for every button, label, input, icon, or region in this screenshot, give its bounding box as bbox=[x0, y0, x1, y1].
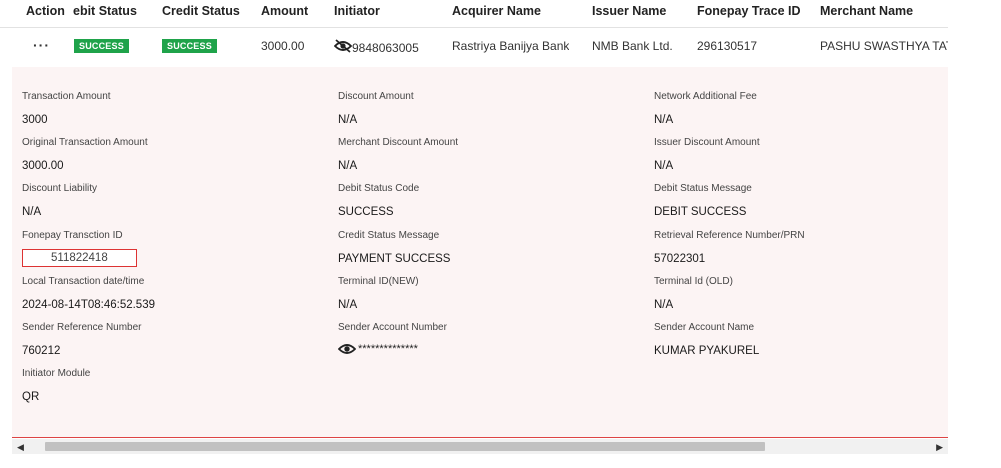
field-terminal-new: Terminal ID(NEW) N/A bbox=[338, 276, 419, 311]
credit-status-badge: SUCCESS bbox=[162, 39, 217, 53]
row-trace-id: 296130517 bbox=[697, 39, 758, 53]
panel-bottom-border bbox=[12, 437, 948, 438]
field-sender-ref: Sender Reference Number 760212 bbox=[22, 322, 142, 357]
header-credit-status[interactable]: Credit Status bbox=[162, 4, 240, 18]
header-action: Action bbox=[26, 4, 65, 18]
fonepay-txn-id-highlight[interactable]: 511822418 bbox=[22, 249, 137, 267]
initiator-phone: 9848063005 bbox=[352, 41, 419, 55]
table-row[interactable]: ··· SUCCESS SUCCESS 3000.00 9848063005 R… bbox=[0, 28, 948, 66]
header-trace-id[interactable]: Fonepay Trace ID bbox=[697, 4, 801, 18]
header-initiator[interactable]: Initiator bbox=[334, 4, 380, 18]
table-header: Action ebit Status Credit Status Amount … bbox=[0, 0, 948, 28]
field-fonepay-txn-id: Fonepay Transction ID 511822418 bbox=[22, 230, 137, 267]
field-transaction-amount: Transaction Amount 3000 bbox=[22, 91, 111, 126]
field-debit-status-code: Debit Status Code SUCCESS bbox=[338, 183, 420, 218]
field-discount-amount: Discount Amount N/A bbox=[338, 91, 414, 126]
scroll-right-arrow-icon[interactable]: ▶ bbox=[936, 442, 943, 453]
field-issuer-discount: Issuer Discount Amount N/A bbox=[654, 137, 760, 172]
header-amount[interactable]: Amount bbox=[261, 4, 308, 18]
row-merchant-name: PASHU SWASTHYA TATH bbox=[820, 39, 948, 53]
field-credit-status-message: Credit Status Message PAYMENT SUCCESS bbox=[338, 230, 451, 265]
field-sender-account-number: Sender Account Number ************** bbox=[338, 322, 447, 355]
row-action-menu-button[interactable]: ··· bbox=[33, 37, 50, 53]
header-issuer-name[interactable]: Issuer Name bbox=[592, 4, 666, 18]
eye-icon[interactable] bbox=[338, 343, 356, 355]
field-network-fee: Network Additional Fee N/A bbox=[654, 91, 757, 126]
debit-status-badge: SUCCESS bbox=[74, 39, 129, 53]
row-acquirer-name: Rastriya Banijya Bank bbox=[452, 39, 570, 53]
field-rrn: Retrieval Reference Number/PRN 57022301 bbox=[654, 230, 805, 265]
horizontal-scrollbar[interactable]: ◀ ▶ bbox=[12, 439, 948, 454]
header-debit-status[interactable]: ebit Status bbox=[73, 4, 137, 18]
scrollbar-thumb[interactable] bbox=[45, 442, 765, 451]
field-debit-status-message: Debit Status Message DEBIT SUCCESS bbox=[654, 183, 752, 218]
field-original-amount: Original Transaction Amount 3000.00 bbox=[22, 137, 148, 172]
row-initiator: 9848063005 bbox=[334, 37, 419, 55]
field-terminal-old: Terminal Id (OLD) N/A bbox=[654, 276, 733, 311]
masked-account-number: ************** bbox=[358, 343, 418, 355]
transaction-detail-panel: Transaction Amount 3000 Original Transac… bbox=[12, 67, 948, 437]
field-discount-liability: Discount Liability N/A bbox=[22, 183, 98, 218]
header-merchant-name[interactable]: Merchant Name bbox=[820, 4, 945, 18]
row-issuer-name: NMB Bank Ltd. bbox=[592, 39, 673, 53]
field-merchant-discount: Merchant Discount Amount N/A bbox=[338, 137, 459, 172]
field-sender-account-name: Sender Account Name KUMAR PYAKUREL bbox=[654, 322, 760, 357]
header-acquirer-name[interactable]: Acquirer Name bbox=[452, 4, 541, 18]
eye-slash-icon[interactable] bbox=[334, 39, 352, 53]
row-amount: 3000.00 bbox=[261, 39, 305, 53]
field-local-datetime: Local Transaction date/time 2024-08-14T0… bbox=[22, 276, 155, 311]
scroll-left-arrow-icon[interactable]: ◀ bbox=[17, 442, 24, 453]
field-initiator-module: Initiator Module QR bbox=[22, 368, 91, 403]
